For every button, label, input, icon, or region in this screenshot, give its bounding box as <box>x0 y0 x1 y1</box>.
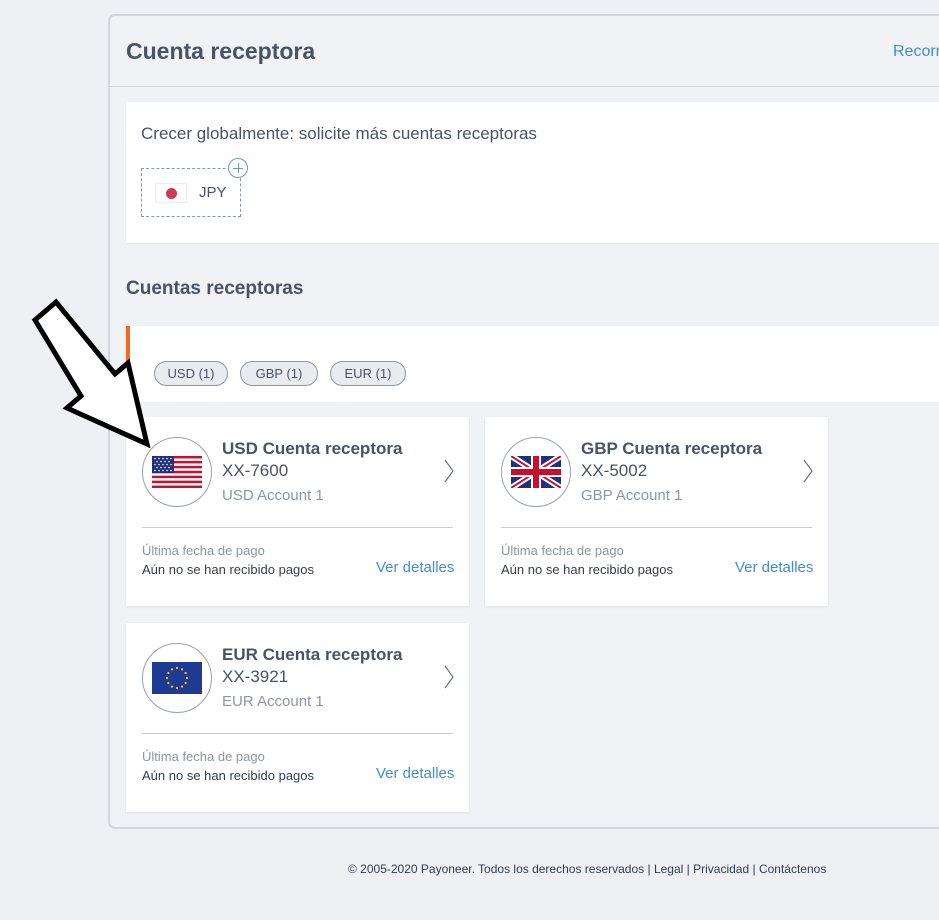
flag-avatar <box>142 643 212 713</box>
account-number: XX-3921 <box>222 667 289 686</box>
last-payment-label: Última fecha de pago <box>142 543 265 558</box>
account-name: EUR Account 1 <box>222 693 324 710</box>
filter-chip-usd[interactable]: USD (1) <box>154 361 228 386</box>
eu-flag-icon <box>152 662 202 694</box>
account-card-gbp[interactable]: GBP Cuenta receptora XX-5002 GBP Account… <box>485 417 828 606</box>
currency-filter-bar: USD (1) GBP (1) EUR (1) <box>126 326 939 402</box>
request-more-accounts-text: Crecer globalmente: solicite más cuentas… <box>141 124 537 143</box>
account-name: GBP Account 1 <box>581 487 683 504</box>
request-more-accounts-card: Crecer globalmente: solicite más cuentas… <box>126 102 939 243</box>
panel-header: Cuenta receptora Recorri <box>110 16 939 87</box>
account-title: USD Cuenta receptora <box>222 439 403 458</box>
last-payment-value: Aún no se han recibido pagos <box>142 768 315 783</box>
tour-link[interactable]: Recorri <box>893 43 939 61</box>
view-details-link[interactable]: Ver detalles <box>376 559 454 576</box>
annotation-arrow-icon <box>31 298 151 449</box>
card-divider <box>142 527 453 528</box>
footer-privacy-link[interactable]: Privacidad <box>693 862 749 876</box>
card-divider <box>142 733 453 734</box>
view-details-link[interactable]: Ver detalles <box>735 559 813 576</box>
section-title: Cuentas receptoras <box>126 278 304 299</box>
account-card-usd[interactable]: USD Cuenta receptora XX-7600 USD Account… <box>126 417 469 606</box>
chevron-right-icon[interactable] <box>803 459 813 483</box>
account-card-eur[interactable]: EUR Cuenta receptora XX-3921 EUR Account… <box>126 623 469 812</box>
last-payment-value: Aún no se han recibido pagos <box>501 562 674 577</box>
account-title: GBP Cuenta receptora <box>581 439 763 458</box>
card-divider <box>501 527 812 528</box>
view-details-link[interactable]: Ver detalles <box>376 765 454 782</box>
chevron-right-icon[interactable] <box>444 459 454 483</box>
chevron-right-icon[interactable] <box>444 665 454 689</box>
page-title: Cuenta receptora <box>126 38 316 64</box>
flag-avatar <box>501 437 571 507</box>
footer-legal-link[interactable]: Legal <box>654 862 683 876</box>
currency-chip-label: JPY <box>199 184 227 201</box>
jp-flag-icon <box>155 183 187 203</box>
account-title: EUR Cuenta receptora <box>222 645 403 664</box>
last-payment-value: Aún no se han recibido pagos <box>142 562 315 577</box>
footer-contact-link[interactable]: Contáctenos <box>759 862 826 876</box>
footer-copyright: © 2005-2020 Payoneer. Todos los derechos… <box>348 862 645 876</box>
last-payment-label: Última fecha de pago <box>142 749 265 764</box>
us-flag-icon <box>152 456 202 488</box>
receiving-account-panel: Cuenta receptora Recorri Crecer globalme… <box>108 14 939 829</box>
filter-chip-eur[interactable]: EUR (1) <box>330 361 406 386</box>
account-name: USD Account 1 <box>222 487 324 504</box>
account-number: XX-5002 <box>581 461 648 480</box>
jpy-currency-chip[interactable]: JPY <box>141 168 241 217</box>
uk-flag-icon <box>511 456 561 488</box>
footer: © 2005-2020 Payoneer. Todos los derechos… <box>348 862 826 876</box>
last-payment-label: Última fecha de pago <box>501 543 624 558</box>
add-currency-icon[interactable] <box>228 158 248 178</box>
filter-chip-gbp[interactable]: GBP (1) <box>240 361 318 386</box>
account-number: XX-7600 <box>222 461 289 480</box>
